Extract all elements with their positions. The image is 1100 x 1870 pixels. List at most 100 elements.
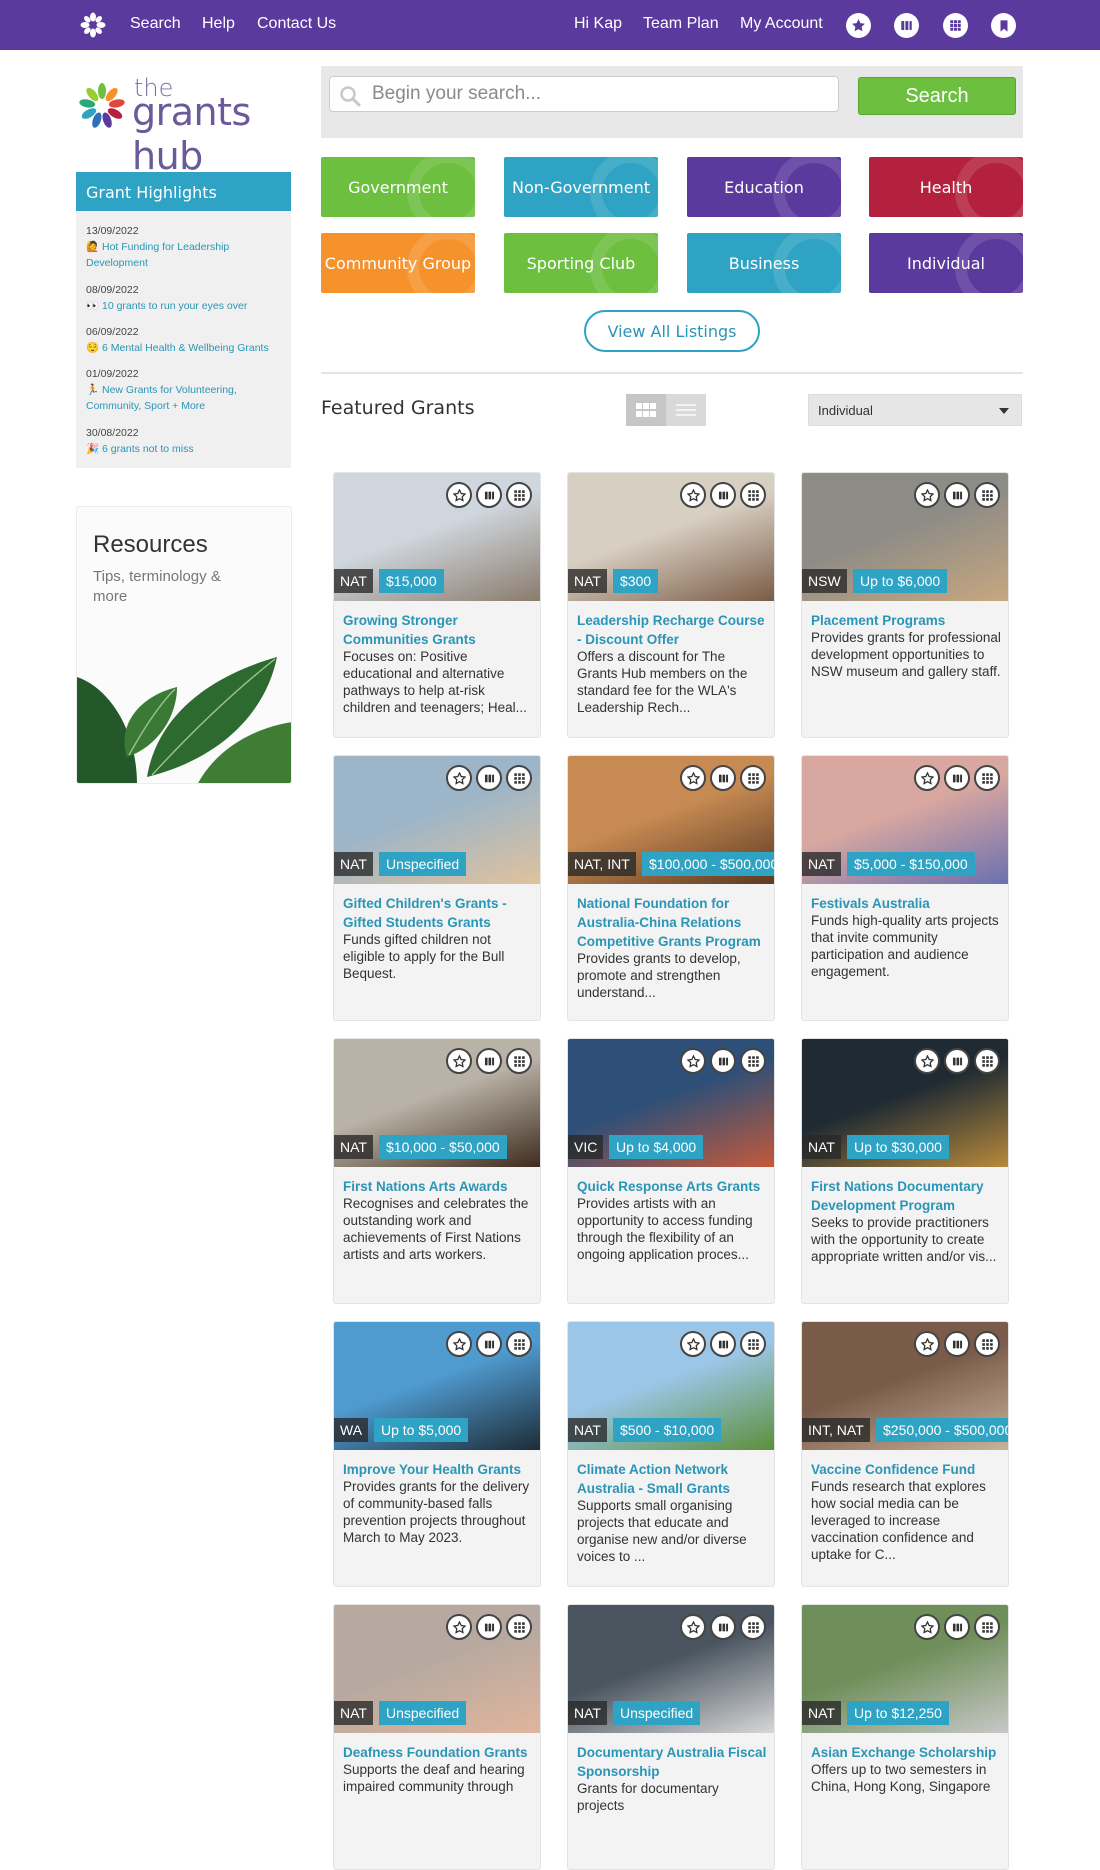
calendar-icon[interactable]: [974, 1048, 1000, 1074]
highlight-item[interactable]: 01/09/2022 🏃 New Grants for Volunteering…: [86, 366, 286, 414]
calendar-icon[interactable]: [506, 482, 532, 508]
calendar-icon[interactable]: [740, 1614, 766, 1640]
grant-title-link[interactable]: Climate Action Network Australia - Small…: [577, 1460, 769, 1498]
list-view-button[interactable]: [666, 394, 706, 426]
favourite-star-icon[interactable]: [914, 765, 940, 791]
compare-icon[interactable]: [944, 765, 970, 791]
brand-logo[interactable]: the grants hub: [76, 74, 296, 178]
favourite-star-icon[interactable]: [446, 1048, 472, 1074]
highlight-item[interactable]: 06/09/2022 😌 6 Mental Health & Wellbeing…: [86, 324, 286, 356]
favourite-star-icon[interactable]: [446, 765, 472, 791]
compare-icon[interactable]: [476, 482, 502, 508]
category-non-government-button[interactable]: Non-Government: [504, 157, 658, 217]
calendar-icon[interactable]: [740, 1048, 766, 1074]
grant-card[interactable]: NAT Unspecified Deafness Foundation Gran…: [333, 1604, 541, 1870]
grant-title-link[interactable]: Quick Response Arts Grants: [577, 1177, 769, 1196]
compare-icon[interactable]: [944, 1614, 970, 1640]
grant-title-link[interactable]: First Nations Documentary Development Pr…: [811, 1177, 1003, 1215]
favourite-star-icon[interactable]: [680, 1048, 706, 1074]
favourite-star-icon[interactable]: [914, 482, 940, 508]
nav-contact-link[interactable]: Contact Us: [257, 15, 336, 33]
grant-card[interactable]: NAT, INT $100,000 - $500,000 National Fo…: [567, 755, 775, 1021]
compare-icon[interactable]: [710, 1048, 736, 1074]
grant-title-link[interactable]: National Foundation for Australia-China …: [577, 894, 769, 951]
favourite-star-icon[interactable]: [446, 482, 472, 508]
nav-help-link[interactable]: Help: [202, 15, 235, 33]
favourites-icon[interactable]: [846, 13, 871, 38]
grant-title-link[interactable]: First Nations Arts Awards: [343, 1177, 535, 1196]
calendar-icon[interactable]: [740, 1331, 766, 1357]
grant-title-link[interactable]: Festivals Australia: [811, 894, 1003, 913]
resources-card[interactable]: Resources Tips, terminology & more: [76, 506, 292, 784]
compare-icon[interactable]: [710, 1614, 736, 1640]
favourite-star-icon[interactable]: [914, 1048, 940, 1074]
favourite-star-icon[interactable]: [680, 482, 706, 508]
favourite-star-icon[interactable]: [914, 1614, 940, 1640]
nav-team-plan-link[interactable]: Team Plan: [643, 15, 719, 33]
compare-icon[interactable]: [944, 482, 970, 508]
compare-icon[interactable]: [476, 1331, 502, 1357]
grant-card[interactable]: NAT Up to $30,000 First Nations Document…: [801, 1038, 1009, 1304]
calendar-icon[interactable]: [506, 1048, 532, 1074]
highlight-link[interactable]: 😌 6 Mental Health & Wellbeing Grants: [86, 340, 286, 356]
highlight-link[interactable]: 🙋 Hot Funding for Leadership Development: [86, 239, 286, 271]
favourite-star-icon[interactable]: [446, 1614, 472, 1640]
compare-icon[interactable]: [476, 765, 502, 791]
grant-title-link[interactable]: Placement Programs: [811, 611, 1003, 630]
highlight-link[interactable]: 🎉 6 grants not to miss: [86, 441, 286, 457]
grant-title-link[interactable]: Improve Your Health Grants: [343, 1460, 535, 1479]
favourite-star-icon[interactable]: [914, 1331, 940, 1357]
calendar-icon[interactable]: [506, 1614, 532, 1640]
highlight-item[interactable]: 30/08/2022 🎉 6 grants not to miss: [86, 425, 286, 457]
grant-title-link[interactable]: Growing Stronger Communities Grants: [343, 611, 535, 649]
search-input[interactable]: [329, 76, 839, 112]
calendar-icon[interactable]: [506, 765, 532, 791]
calendar-icon[interactable]: [974, 765, 1000, 791]
grant-card[interactable]: NAT $300 Leadership Recharge Course - Di…: [567, 472, 775, 738]
favourite-star-icon[interactable]: [680, 765, 706, 791]
search-button[interactable]: Search: [858, 77, 1016, 115]
highlight-link[interactable]: 🏃 New Grants for Volunteering, Community…: [86, 382, 286, 414]
flower-logo-icon[interactable]: [80, 12, 106, 38]
favourite-star-icon[interactable]: [446, 1331, 472, 1357]
compare-icon[interactable]: [944, 1331, 970, 1357]
calendar-icon[interactable]: [974, 1331, 1000, 1357]
highlight-link[interactable]: 👀 10 grants to run your eyes over: [86, 298, 286, 314]
grid-view-button[interactable]: [626, 394, 666, 426]
audience-filter-select[interactable]: Individual: [808, 394, 1022, 426]
grant-title-link[interactable]: Vaccine Confidence Fund: [811, 1460, 1003, 1479]
compare-icon[interactable]: [944, 1048, 970, 1074]
compare-icon[interactable]: [710, 1331, 736, 1357]
category-individual-button[interactable]: Individual: [869, 233, 1023, 293]
nav-search-link[interactable]: Search: [130, 15, 181, 33]
grant-card[interactable]: NAT $10,000 - $50,000 First Nations Arts…: [333, 1038, 541, 1304]
grant-card[interactable]: VIC Up to $4,000 Quick Response Arts Gra…: [567, 1038, 775, 1304]
category-sporting-club-button[interactable]: Sporting Club: [504, 233, 658, 293]
grant-card[interactable]: NAT $15,000 Growing Stronger Communities…: [333, 472, 541, 738]
grant-card[interactable]: NAT Unspecified Documentary Australia Fi…: [567, 1604, 775, 1870]
highlight-item[interactable]: 08/09/2022 👀 10 grants to run your eyes …: [86, 282, 286, 314]
category-business-button[interactable]: Business: [687, 233, 841, 293]
grant-title-link[interactable]: Asian Exchange Scholarship: [811, 1743, 1003, 1762]
compare-icon[interactable]: [894, 13, 919, 38]
grant-card[interactable]: NAT $5,000 - $150,000 Festivals Australi…: [801, 755, 1009, 1021]
bookmark-icon[interactable]: [991, 13, 1016, 38]
grant-card[interactable]: NAT Up to $12,250 Asian Exchange Scholar…: [801, 1604, 1009, 1870]
grant-card[interactable]: NAT $500 - $10,000 Climate Action Networ…: [567, 1321, 775, 1587]
compare-icon[interactable]: [710, 482, 736, 508]
grant-title-link[interactable]: Leadership Recharge Course - Discount Of…: [577, 611, 769, 649]
category-government-button[interactable]: Government: [321, 157, 475, 217]
favourite-star-icon[interactable]: [680, 1614, 706, 1640]
nav-my-account-link[interactable]: My Account: [740, 15, 823, 33]
calendar-icon[interactable]: [943, 13, 968, 38]
nav-greeting-link[interactable]: Hi Kap: [574, 15, 622, 33]
calendar-icon[interactable]: [974, 482, 1000, 508]
calendar-icon[interactable]: [740, 765, 766, 791]
grant-card[interactable]: NSW Up to $6,000 Placement Programs Prov…: [801, 472, 1009, 738]
calendar-icon[interactable]: [740, 482, 766, 508]
compare-icon[interactable]: [710, 765, 736, 791]
highlight-item[interactable]: 13/09/2022 🙋 Hot Funding for Leadership …: [86, 223, 286, 271]
category-health-button[interactable]: Health: [869, 157, 1023, 217]
category-education-button[interactable]: Education: [687, 157, 841, 217]
compare-icon[interactable]: [476, 1048, 502, 1074]
